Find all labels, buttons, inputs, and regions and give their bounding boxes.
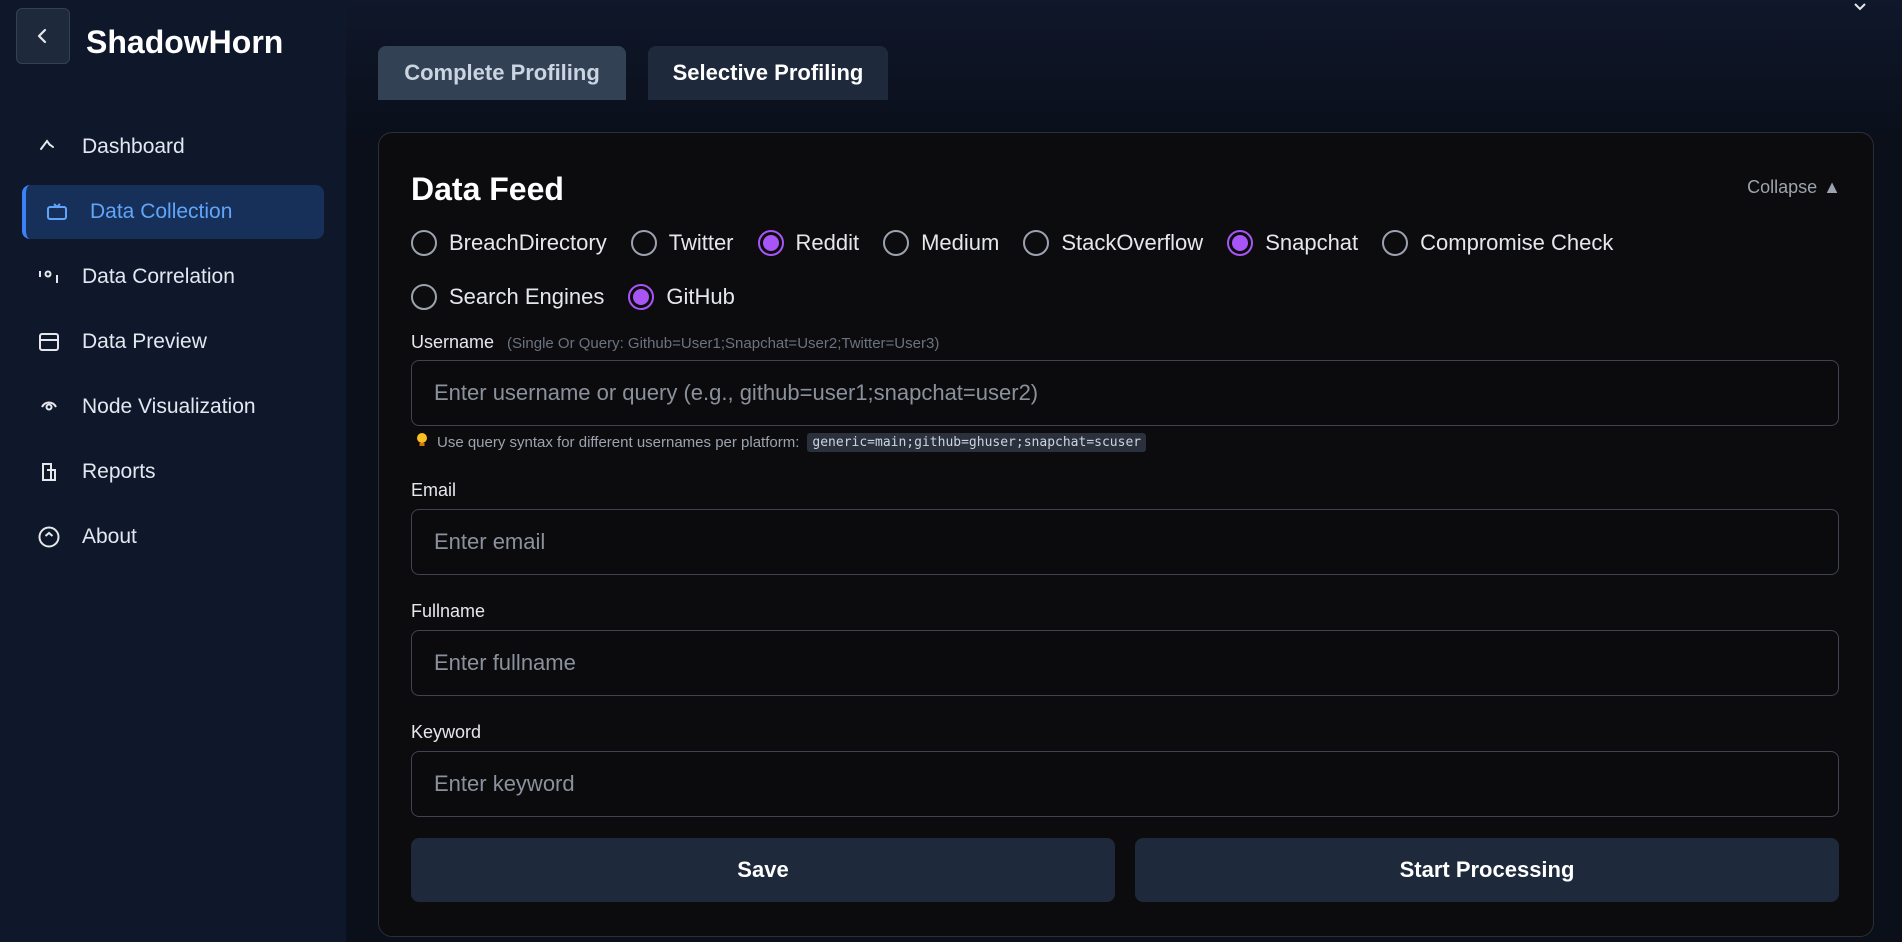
query-tip: Use query syntax for different usernames… xyxy=(415,432,1147,452)
platform-options: BreachDirectory Twitter Reddit Medium St… xyxy=(411,229,1851,311)
lightbulb-icon xyxy=(415,432,429,452)
radio-stackoverflow[interactable]: StackOverflow xyxy=(1023,229,1203,257)
radio-circle[interactable] xyxy=(630,230,657,256)
username-label: Username xyxy=(411,332,495,352)
save-button[interactable]: Save xyxy=(411,838,1115,902)
radio-label: Compromise Check xyxy=(1420,230,1614,255)
radio-circle[interactable] xyxy=(411,230,437,256)
collapse-label: Collapse xyxy=(1747,177,1818,197)
tv-icon xyxy=(44,199,70,225)
radio-breachdirectory[interactable]: BreachDirectory xyxy=(411,229,607,257)
sidebar-item-label: Reports xyxy=(82,460,156,483)
keyword-label: Keyword xyxy=(411,722,482,742)
eye-icon xyxy=(36,394,62,420)
radio-label: StackOverflow xyxy=(1061,230,1204,255)
radio-circle[interactable] xyxy=(411,284,437,310)
tip-code: generic=main;github=ghuser;snapchat=scus… xyxy=(807,432,1147,452)
sidebar-item-label: Data Preview xyxy=(82,330,207,353)
panel-title: Data Feed xyxy=(411,171,564,207)
fullname-label: Fullname xyxy=(411,601,486,621)
sidebar-item-label: Dashboard xyxy=(82,135,185,158)
layout-icon xyxy=(36,329,62,355)
radio-circle[interactable] xyxy=(1227,230,1254,256)
tab-complete-profiling[interactable]: Complete Profiling xyxy=(378,46,626,100)
chevron-down-icon[interactable] xyxy=(1852,0,1868,18)
radio-circle[interactable] xyxy=(1382,230,1409,256)
radio-circle[interactable] xyxy=(883,230,910,256)
sidebar-item-node-visualization[interactable]: Node Visualization xyxy=(22,380,324,434)
email-label: Email xyxy=(411,480,457,500)
caret-up-icon: ▲ xyxy=(1823,177,1841,197)
username-input[interactable] xyxy=(411,360,1839,426)
data-feed-panel: Data Feed Collapse ▲ BreachDirectory Twi… xyxy=(378,132,1874,937)
profiling-tabs: Complete Profiling Selective Profiling xyxy=(378,46,888,100)
collapse-button[interactable]: Collapse ▲ xyxy=(1747,177,1841,198)
main-content: Complete Profiling Selective Profiling D… xyxy=(346,0,1902,942)
email-field[interactable] xyxy=(411,509,1839,575)
radio-github[interactable]: GitHub xyxy=(628,283,735,311)
radio-circle[interactable] xyxy=(1023,230,1050,256)
fullname-field[interactable] xyxy=(411,630,1839,696)
sidebar-item-reports[interactable]: Reports xyxy=(22,445,324,499)
sidebar-item-dashboard[interactable]: Dashboard xyxy=(22,120,324,174)
radio-compromise-check[interactable]: Compromise Check xyxy=(1382,229,1613,257)
sidebar-item-label: Data Correlation xyxy=(82,265,235,288)
tip-text: Use query syntax for different usernames… xyxy=(437,433,800,451)
radio-circle[interactable] xyxy=(757,230,784,256)
keyword-field[interactable] xyxy=(411,751,1839,817)
radio-label: GitHub xyxy=(666,284,735,309)
radio-label: Reddit xyxy=(795,230,860,255)
tab-selective-profiling[interactable]: Selective Profiling xyxy=(648,46,888,100)
report-icon xyxy=(36,459,62,485)
radio-search-engines[interactable]: Search Engines xyxy=(411,283,604,311)
sidebar-nav: Dashboard Data Collection Data Correlati… xyxy=(22,120,324,575)
sidebar-item-data-correlation[interactable]: Data Correlation xyxy=(22,250,324,304)
sidebar-item-label: About xyxy=(82,525,137,548)
radio-label: Medium xyxy=(921,230,1000,255)
sidebar-item-label: Node Visualization xyxy=(82,395,256,418)
info-circle-icon xyxy=(36,524,62,550)
sidebar-item-label: Data Collection xyxy=(90,200,233,223)
radio-circle[interactable] xyxy=(628,284,655,310)
start-processing-button[interactable]: Start Processing xyxy=(1135,838,1839,902)
chevron-left-icon xyxy=(37,28,47,44)
correlation-icon xyxy=(36,264,62,290)
dashboard-icon xyxy=(36,134,62,160)
radio-snapchat[interactable]: Snapchat xyxy=(1227,229,1358,257)
sidebar-item-data-collection[interactable]: Data Collection xyxy=(22,185,324,239)
radio-label: Twitter xyxy=(668,230,734,255)
sidebar: ShadowHorn Dashboard Data Collection Dat… xyxy=(0,0,346,942)
sidebar-item-data-preview[interactable]: Data Preview xyxy=(22,315,324,369)
radio-label: BreachDirectory xyxy=(449,230,607,255)
radio-twitter[interactable]: Twitter xyxy=(630,229,734,257)
app-title: ShadowHorn xyxy=(86,24,284,60)
radio-label: Search Engines xyxy=(449,284,605,309)
back-button[interactable] xyxy=(16,8,70,64)
radio-reddit[interactable]: Reddit xyxy=(757,229,860,257)
username-hint: (Single Or Query: Github=User1;Snapchat=… xyxy=(507,335,940,352)
sidebar-item-about[interactable]: About xyxy=(22,510,324,564)
username-label-row: Username (Single Or Query: Github=User1;… xyxy=(411,332,939,353)
radio-label: Snapchat xyxy=(1265,230,1359,255)
radio-medium[interactable]: Medium xyxy=(883,229,999,257)
